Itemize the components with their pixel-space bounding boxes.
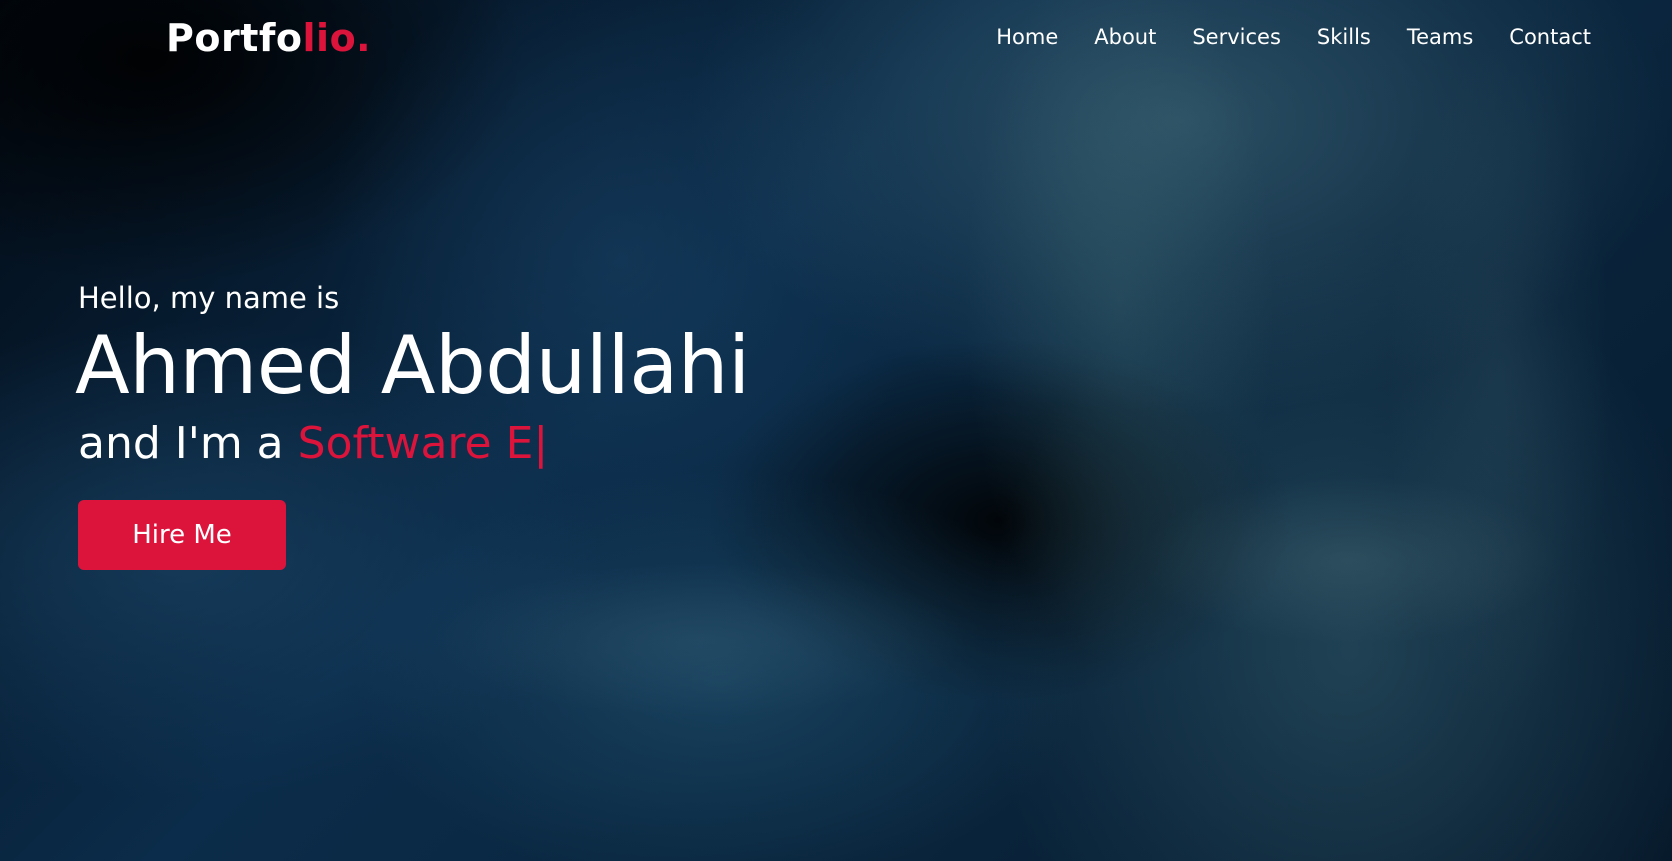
nav-menu: Home About Services Skills Teams Contact [996, 22, 1591, 52]
hero-greeting: Hello, my name is [78, 281, 340, 315]
typing-cursor: | [533, 418, 549, 469]
nav-item-contact[interactable]: Contact [1509, 22, 1591, 52]
hero-role-typed: Software E [297, 418, 534, 469]
nav-item-teams[interactable]: Teams [1407, 22, 1473, 52]
hero-role: and I'm a Software E| [78, 414, 750, 474]
hire-me-button[interactable]: Hire Me [78, 500, 286, 570]
hero-name: Ahmed Abdullahi [75, 319, 750, 412]
hero-section: Hello, my name is Ahmed Abdullahi and I'… [75, 278, 750, 570]
logo-text-main: Portfo [166, 16, 303, 60]
logo-text-accent: lio. [302, 16, 372, 60]
navbar: Portfolio. Home About Services Skills Te… [0, 0, 1672, 76]
nav-item-about[interactable]: About [1094, 22, 1156, 52]
nav-item-home[interactable]: Home [996, 22, 1058, 52]
hero-role-prefix: and I'm a [78, 418, 298, 469]
site-logo[interactable]: Portfolio. [166, 14, 371, 62]
nav-item-services[interactable]: Services [1192, 22, 1281, 52]
nav-item-skills[interactable]: Skills [1317, 22, 1371, 52]
